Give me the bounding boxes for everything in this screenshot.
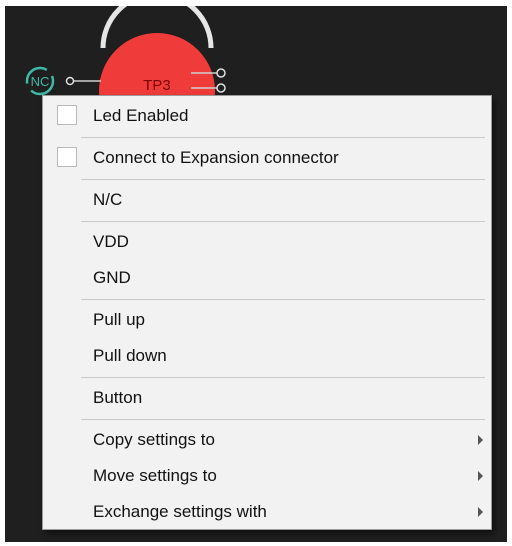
menu-separator: [81, 221, 485, 222]
menu-item-label: Connect to Expansion connector: [93, 148, 339, 167]
menu-item-label: Exchange settings with: [93, 502, 267, 521]
menu-item-label: N/C: [93, 190, 123, 209]
menu-item-exchange-settings[interactable]: Exchange settings with: [43, 494, 491, 530]
menu-item-label: Button: [93, 388, 143, 407]
menu-item-vdd[interactable]: VDD: [43, 224, 491, 260]
menu-item-label: Copy settings to: [93, 430, 215, 449]
menu-item-button[interactable]: Button: [43, 380, 491, 416]
menu-item-move-settings[interactable]: Move settings to: [43, 458, 491, 494]
menu-item-label: VDD: [93, 232, 129, 251]
menu-separator: [81, 419, 485, 420]
nc-label: NC: [31, 74, 50, 89]
menu-item-connect-expansion[interactable]: Connect to Expansion connector: [43, 140, 491, 176]
menu-separator: [81, 137, 485, 138]
connect-expansion-checkbox[interactable]: [57, 147, 77, 167]
pin-left-icon[interactable]: [65, 76, 75, 86]
submenu-arrow-icon: [478, 435, 483, 445]
led-enabled-checkbox[interactable]: [57, 105, 77, 125]
pin-right-bottom-icon[interactable]: [216, 83, 226, 93]
menu-separator: [81, 299, 485, 300]
context-menu: Led Enabled Connect to Expansion connect…: [42, 95, 492, 530]
submenu-arrow-icon: [478, 507, 483, 517]
menu-item-label: Pull down: [93, 346, 167, 365]
menu-separator: [81, 377, 485, 378]
menu-item-led-enabled[interactable]: Led Enabled: [43, 98, 491, 134]
menu-item-pull-down[interactable]: Pull down: [43, 338, 491, 374]
pin-right-top-icon[interactable]: [216, 68, 226, 78]
menu-item-pull-up[interactable]: Pull up: [43, 302, 491, 338]
submenu-arrow-icon: [478, 471, 483, 481]
menu-item-nc[interactable]: N/C: [43, 182, 491, 218]
menu-item-label: GND: [93, 268, 131, 287]
menu-separator: [81, 179, 485, 180]
menu-item-label: Led Enabled: [93, 106, 189, 125]
menu-item-copy-settings[interactable]: Copy settings to: [43, 422, 491, 458]
menu-item-label: Move settings to: [93, 466, 217, 485]
testpoint-label: TP3: [143, 77, 171, 94]
menu-item-label: Pull up: [93, 310, 145, 329]
menu-item-gnd[interactable]: GND: [43, 260, 491, 296]
